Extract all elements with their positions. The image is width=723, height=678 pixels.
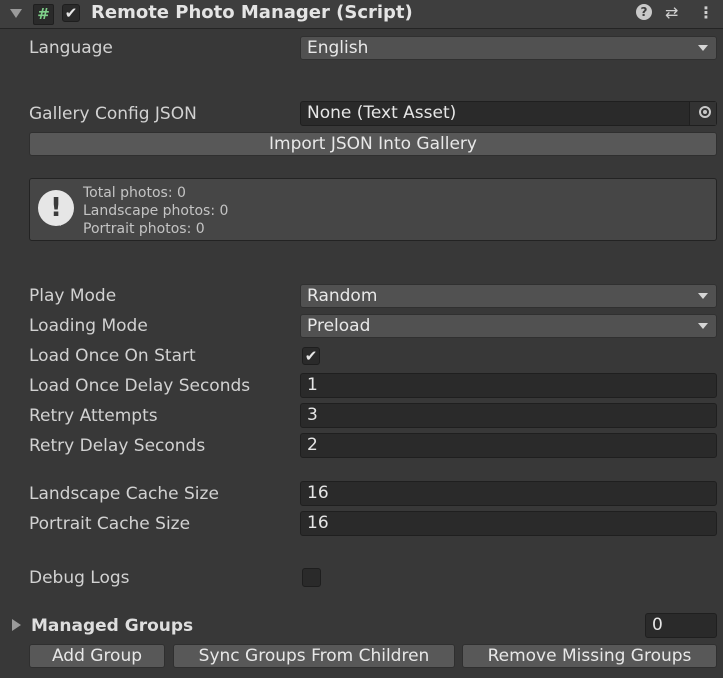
- landscape-cache-field[interactable]: 16: [300, 481, 717, 506]
- loading-mode-value: Preload: [307, 316, 371, 336]
- landscape-photos-text: Landscape photos: 0: [83, 203, 229, 219]
- portrait-cache-field[interactable]: 16: [300, 511, 717, 536]
- chevron-down-icon: [698, 293, 708, 299]
- gallery-config-label: Gallery Config JSON: [29, 104, 197, 124]
- info-icon: !: [38, 190, 74, 226]
- play-mode-value: Random: [307, 286, 378, 306]
- load-once-on-start-checkbox[interactable]: ✔: [302, 347, 320, 365]
- load-once-delay-field[interactable]: 1: [300, 373, 717, 398]
- managed-groups-label[interactable]: Managed Groups: [31, 614, 193, 638]
- managed-groups-foldout-icon[interactable]: [12, 619, 21, 631]
- component-header: # ✔ Remote Photo Manager (Script) ? ⇄ ⋮: [0, 0, 723, 29]
- import-json-button[interactable]: Import JSON Into Gallery: [29, 132, 717, 156]
- menu-icon[interactable]: ⋮: [698, 3, 714, 22]
- object-picker-button[interactable]: [689, 102, 716, 125]
- loading-mode-dropdown[interactable]: Preload: [300, 314, 717, 338]
- foldout-arrow-icon[interactable]: [10, 9, 22, 18]
- presets-icon[interactable]: ⇄: [665, 3, 678, 22]
- retry-attempts-label: Retry Attempts: [29, 406, 158, 426]
- object-picker-icon: [699, 106, 711, 118]
- script-icon: #: [33, 4, 54, 25]
- component-title: Remote Photo Manager (Script): [91, 2, 413, 23]
- sync-groups-button[interactable]: Sync Groups From Children: [173, 644, 455, 668]
- play-mode-label: Play Mode: [29, 286, 117, 306]
- debug-logs-checkbox[interactable]: [302, 568, 321, 587]
- language-dropdown[interactable]: English: [300, 36, 717, 60]
- help-icon[interactable]: ?: [636, 4, 652, 20]
- gallery-config-value: None (Text Asset): [307, 103, 457, 123]
- remove-missing-groups-button[interactable]: Remove Missing Groups: [462, 644, 717, 668]
- chevron-down-icon: [698, 45, 708, 51]
- load-once-on-start-label: Load Once On Start: [29, 346, 196, 366]
- retry-delay-label: Retry Delay Seconds: [29, 436, 206, 456]
- managed-groups-count-field[interactable]: 0: [645, 613, 717, 638]
- portrait-cache-label: Portrait Cache Size: [29, 514, 191, 534]
- total-photos-text: Total photos: 0: [83, 185, 186, 201]
- retry-delay-field[interactable]: 2: [300, 433, 717, 458]
- portrait-photos-text: Portrait photos: 0: [83, 221, 205, 237]
- photo-stats-helpbox: ! Total photos: 0 Landscape photos: 0 Po…: [29, 178, 717, 241]
- add-group-button[interactable]: Add Group: [29, 644, 165, 668]
- debug-logs-label: Debug Logs: [29, 568, 130, 588]
- retry-attempts-field[interactable]: 3: [300, 403, 717, 428]
- language-value: English: [307, 38, 369, 58]
- chevron-down-icon: [698, 323, 708, 329]
- loading-mode-label: Loading Mode: [29, 316, 148, 336]
- gallery-config-field[interactable]: None (Text Asset): [300, 101, 717, 126]
- component-enabled-checkbox[interactable]: ✔: [62, 4, 80, 22]
- language-label: Language: [29, 38, 113, 58]
- landscape-cache-label: Landscape Cache Size: [29, 484, 219, 504]
- play-mode-dropdown[interactable]: Random: [300, 284, 717, 308]
- load-once-delay-label: Load Once Delay Seconds: [29, 376, 251, 396]
